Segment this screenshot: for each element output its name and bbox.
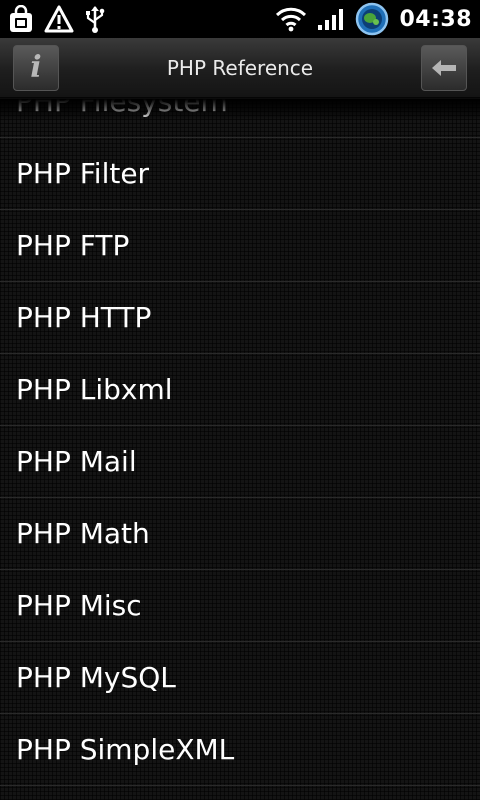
- list-item-label: PHP Libxml: [16, 373, 173, 406]
- list-item[interactable]: PHP MySQL: [0, 642, 480, 714]
- screen: 04:38 i PHP Reference PHP Filesystem PHP…: [0, 0, 480, 800]
- status-right-icons: 04:38: [275, 2, 472, 36]
- app-globe-icon: [356, 2, 389, 36]
- list-item-label: PHP Filter: [16, 157, 150, 190]
- warning-icon: [44, 5, 74, 33]
- list-item-label: PHP Filesystem: [16, 99, 228, 118]
- list-item[interactable]: PHP HTTP: [0, 282, 480, 354]
- shopping-bag-icon: [10, 5, 32, 32]
- list-container: PHP Filesystem PHP Filter PHP FTP PHP HT…: [0, 99, 480, 786]
- wifi-icon: [276, 7, 307, 32]
- list-item[interactable]: PHP Libxml: [0, 354, 480, 426]
- list-item[interactable]: PHP SimpleXML: [0, 714, 480, 786]
- back-button[interactable]: [421, 45, 467, 91]
- list-item-label: PHP MySQL: [16, 661, 176, 694]
- status-left-icons: [8, 5, 106, 33]
- back-arrow-icon: [432, 60, 456, 76]
- list-item[interactable]: PHP Mail: [0, 426, 480, 498]
- list-item[interactable]: PHP Misc: [0, 570, 480, 642]
- info-button[interactable]: i: [13, 45, 59, 91]
- list-item-label: PHP FTP: [16, 229, 130, 262]
- list-item-label: PHP Mail: [16, 445, 137, 478]
- title-bar: i PHP Reference: [0, 38, 480, 98]
- reference-list[interactable]: PHP Filesystem PHP Filter PHP FTP PHP HT…: [0, 99, 480, 800]
- page-title: PHP Reference: [166, 55, 314, 80]
- status-time: 04:38: [399, 6, 472, 32]
- usb-icon: [86, 6, 105, 33]
- info-icon: i: [30, 50, 42, 85]
- list-item-label: PHP Misc: [16, 589, 142, 622]
- signal-icon: [318, 9, 344, 30]
- list-item[interactable]: PHP FTP: [0, 210, 480, 282]
- list-item[interactable]: PHP Math: [0, 498, 480, 570]
- list-item-label: PHP Math: [16, 517, 150, 550]
- status-bar: 04:38: [0, 0, 480, 38]
- list-item[interactable]: PHP Filter: [0, 138, 480, 210]
- list-item-label: PHP SimpleXML: [16, 733, 235, 766]
- list-item[interactable]: PHP Filesystem: [0, 99, 480, 138]
- list-item-label: PHP HTTP: [16, 301, 152, 334]
